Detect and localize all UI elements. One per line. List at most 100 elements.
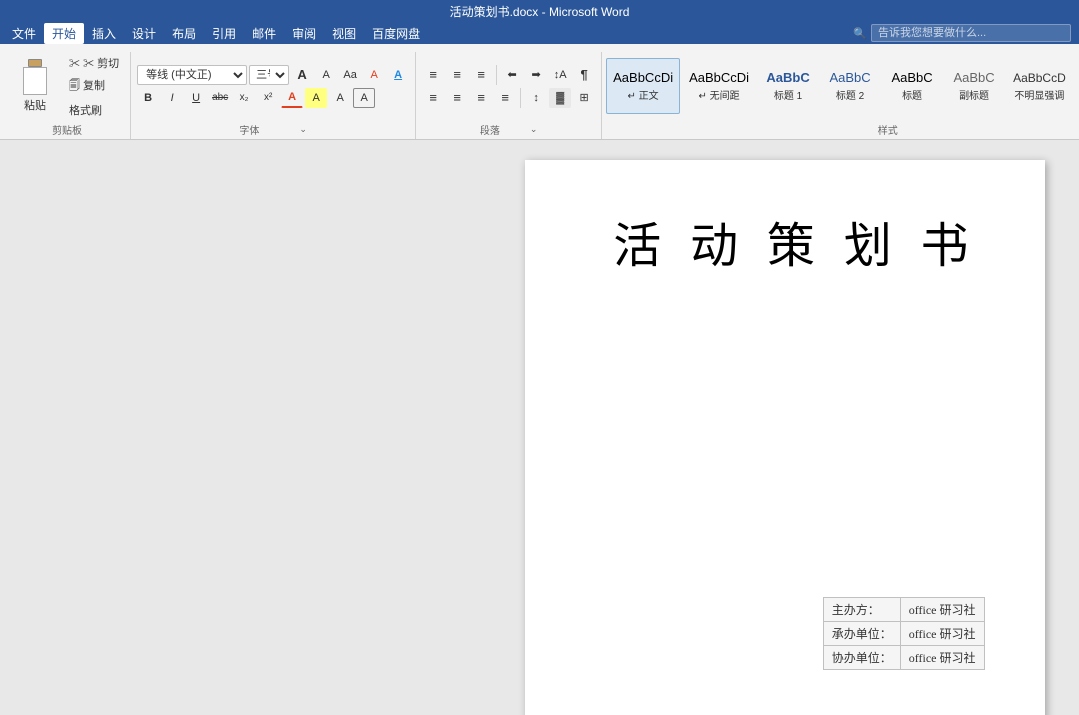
- highlight-button[interactable]: A: [305, 88, 327, 108]
- font-size-select[interactable]: 三号: [249, 65, 289, 85]
- ribbon: 粘贴 ✂ ✂ 剪切 🗐 复制 格式刷 剪贴板 等线 (中文正) 三号: [0, 44, 1079, 140]
- style-subtitle[interactable]: AaBbC 副标题: [944, 58, 1004, 114]
- menu-references[interactable]: 引用: [204, 23, 244, 44]
- menu-baidu[interactable]: 百度网盘: [364, 23, 428, 44]
- font-group: 等线 (中文正) 三号 A A Aa A A B I U abc x₂: [131, 52, 416, 139]
- main-area: 活动策划书 主办方：office 研习社承办单位：office 研习社协办单位：…: [0, 140, 1079, 715]
- info-label: 协办单位：: [823, 646, 900, 670]
- style-subtitle-label: 副标题: [959, 87, 989, 102]
- menu-file[interactable]: 文件: [4, 23, 44, 44]
- align-left-button[interactable]: ≡: [422, 88, 444, 108]
- list-number-button[interactable]: ≡: [446, 65, 468, 85]
- style-title[interactable]: AaBbC 标题: [882, 58, 942, 114]
- menu-layout[interactable]: 布局: [164, 23, 204, 44]
- style-title-label: 标题: [902, 87, 922, 102]
- font-name-select[interactable]: 等线 (中文正): [137, 65, 247, 85]
- copy-button[interactable]: 🗐 复制: [64, 75, 124, 98]
- style-h2-label: 标题 2: [836, 87, 864, 102]
- para-row1: ≡ ≡ ≡ ⬅ ➡ ↕A ¶: [422, 65, 595, 85]
- info-label: 承办单位：: [823, 622, 900, 646]
- style-heading2[interactable]: AaBbC 标题 2: [820, 58, 880, 114]
- paste-button[interactable]: 粘贴: [10, 52, 60, 120]
- shading-button[interactable]: A: [329, 88, 351, 108]
- info-value: office 研习社: [900, 622, 984, 646]
- style-h1-preview: AaBbC: [766, 70, 809, 85]
- style-normal-label: ↵ 正文: [628, 87, 659, 102]
- paragraph-group: ≡ ≡ ≡ ⬅ ➡ ↕A ¶ ≡ ≡ ≡ ≡ ↕ ▓ ⊞: [416, 52, 602, 139]
- clear-format-button[interactable]: A: [363, 65, 385, 85]
- style-se-label: 不明显强调: [1014, 87, 1064, 102]
- style-se-preview: AaBbCcD: [1013, 71, 1066, 85]
- font-label: 字体 ⌄: [137, 122, 409, 137]
- style-h1-label: 标题 1: [774, 87, 802, 102]
- subscript-button[interactable]: x₂: [233, 88, 255, 108]
- text-effects-button[interactable]: A: [387, 65, 409, 85]
- font-row2: B I U abc x₂ x² A A A A: [137, 88, 409, 108]
- paragraph-label: 段落 ⌄: [422, 122, 595, 137]
- format-painter-button[interactable]: 格式刷: [64, 100, 124, 120]
- style-nospacing-label: ↵ 无间距: [698, 87, 739, 102]
- search-input[interactable]: [871, 24, 1071, 42]
- multilevel-list-button[interactable]: ≡: [470, 65, 492, 85]
- font-grow-button[interactable]: A: [291, 65, 313, 85]
- info-row: 承办单位：office 研习社: [823, 622, 984, 646]
- style-subtitle-preview: AaBbC: [953, 70, 994, 85]
- style-heading1[interactable]: AaBbC 标题 1: [758, 58, 818, 114]
- menu-insert[interactable]: 插入: [84, 23, 124, 44]
- superscript-button[interactable]: x²: [257, 88, 279, 108]
- style-nospacing-preview: AaBbCcDi: [689, 70, 749, 85]
- style-h2-preview: AaBbC: [829, 70, 870, 85]
- underline-button[interactable]: U: [185, 88, 207, 108]
- italic-button[interactable]: I: [161, 88, 183, 108]
- cut-button[interactable]: ✂ ✂ 剪切: [64, 53, 124, 73]
- increase-indent-button[interactable]: ➡: [525, 65, 547, 85]
- sidebar: [0, 140, 490, 715]
- menu-bar: 文件 开始 插入 设计 布局 引用 邮件 审阅 视图 百度网盘: [0, 22, 853, 44]
- clipboard-label: 剪贴板: [10, 122, 124, 137]
- sort-button[interactable]: ↕A: [549, 65, 571, 85]
- align-center-button[interactable]: ≡: [446, 88, 468, 108]
- separator1: [496, 65, 497, 85]
- para-expand-button[interactable]: ⌄: [530, 124, 538, 135]
- style-subtle-emphasis[interactable]: AaBbCcD 不明显强调: [1006, 58, 1073, 114]
- strikethrough-button[interactable]: abc: [209, 88, 231, 108]
- info-value: office 研习社: [900, 646, 984, 670]
- list-bullet-button[interactable]: ≡: [422, 65, 444, 85]
- menu-design[interactable]: 设计: [124, 23, 164, 44]
- shading-para-button[interactable]: ▓: [549, 88, 571, 108]
- info-row: 主办方：office 研习社: [823, 598, 984, 622]
- style-normal[interactable]: AaBbCcDi ↵ 正文: [606, 58, 680, 114]
- style-emphasis[interactable]: AaBbCcD 强调: [1075, 58, 1079, 114]
- border-para-button[interactable]: ⊞: [573, 88, 595, 108]
- document-area[interactable]: 活动策划书 主办方：office 研习社承办单位：office 研习社协办单位：…: [490, 140, 1079, 715]
- justify-button[interactable]: ≡: [494, 88, 516, 108]
- font-shrink-button[interactable]: A: [315, 65, 337, 85]
- menu-review[interactable]: 审阅: [284, 23, 324, 44]
- document-page: 活动策划书 主办方：office 研习社承办单位：office 研习社协办单位：…: [525, 160, 1045, 715]
- title-text: 活动策划书.docx - Microsoft Word: [8, 3, 1071, 20]
- font-expand-button[interactable]: ⌄: [299, 124, 307, 135]
- title-bar: 活动策划书.docx - Microsoft Word: [0, 0, 1079, 22]
- info-label: 主办方：: [823, 598, 900, 622]
- menu-view[interactable]: 视图: [324, 23, 364, 44]
- menu-mail[interactable]: 邮件: [244, 23, 284, 44]
- styles-group: AaBbCcDi ↵ 正文 AaBbCcDi ↵ 无间距 AaBbC 标题 1 …: [602, 52, 1079, 139]
- border-button[interactable]: A: [353, 88, 375, 108]
- font-row1: 等线 (中文正) 三号 A A Aa A A: [137, 65, 409, 85]
- bold-button[interactable]: B: [137, 88, 159, 108]
- menu-home[interactable]: 开始: [44, 23, 84, 44]
- align-right-button[interactable]: ≡: [470, 88, 492, 108]
- info-value: office 研习社: [900, 598, 984, 622]
- style-no-spacing[interactable]: AaBbCcDi ↵ 无间距: [682, 58, 756, 114]
- styles-label: 样式: [606, 122, 1079, 137]
- decrease-indent-button[interactable]: ⬅: [501, 65, 523, 85]
- clipboard-actions: ✂ ✂ 剪切 🗐 复制 格式刷: [64, 52, 124, 120]
- font-color-button[interactable]: A: [281, 88, 303, 108]
- separator2: [520, 88, 521, 108]
- line-spacing-button[interactable]: ↕: [525, 88, 547, 108]
- para-row2: ≡ ≡ ≡ ≡ ↕ ▓ ⊞: [422, 88, 595, 108]
- show-hide-button[interactable]: ¶: [573, 65, 595, 85]
- search-bar: 🔍: [853, 24, 1079, 42]
- style-normal-preview: AaBbCcDi: [613, 70, 673, 85]
- change-case-button[interactable]: Aa: [339, 65, 361, 85]
